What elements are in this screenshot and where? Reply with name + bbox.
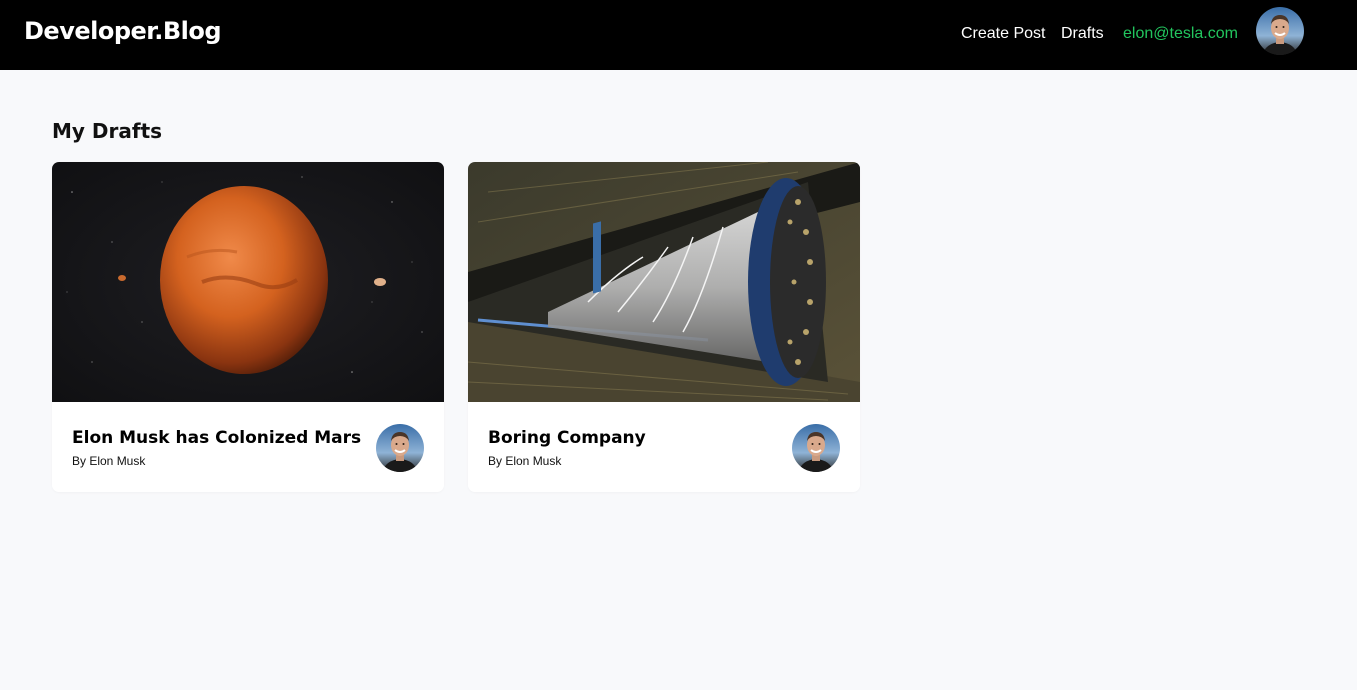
author-avatar-image [792, 424, 840, 472]
user-avatar-image [1256, 7, 1304, 55]
author-avatar [792, 424, 840, 472]
user-email-link[interactable]: elon@tesla.com [1123, 25, 1238, 43]
mars-planet-image [52, 162, 444, 402]
draft-author: By Elon Musk [488, 454, 562, 468]
drafts-link[interactable]: Drafts [1061, 25, 1104, 43]
user-avatar[interactable] [1256, 7, 1304, 55]
tunnel-boring-machine-image [468, 162, 860, 402]
draft-title: Boring Company [488, 428, 646, 448]
page-title: My Drafts [52, 119, 163, 143]
author-avatar-image [376, 424, 424, 472]
author-avatar [376, 424, 424, 472]
draft-card[interactable]: Boring Company By Elon Musk [468, 162, 860, 492]
draft-card[interactable]: Elon Musk has Colonized Mars By Elon Mus… [52, 162, 444, 492]
brand-logo-link[interactable]: Developer.Blog [24, 17, 222, 45]
draft-card-image [468, 162, 860, 402]
draft-title: Elon Musk has Colonized Mars [72, 428, 362, 448]
top-navbar: Developer.Blog Create Post Drafts elon@t… [0, 0, 1357, 70]
create-post-link[interactable]: Create Post [961, 25, 1045, 43]
draft-author: By Elon Musk [72, 454, 146, 468]
draft-card-image [52, 162, 444, 402]
